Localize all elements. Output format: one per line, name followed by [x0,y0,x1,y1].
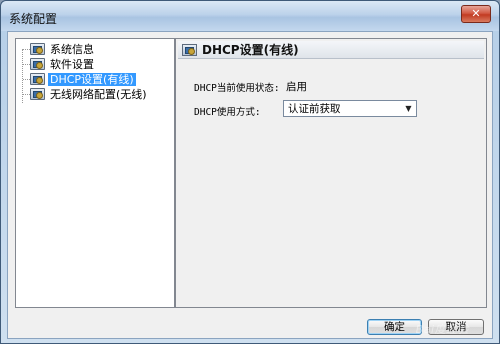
settings-page-icon [30,88,45,100]
tree-connector [23,79,30,80]
dhcp-status-label: DHCP当前使用状态: [194,83,280,94]
tree-item-label: 软件设置 [50,57,94,71]
tree-connector [23,64,30,65]
tree-item-label: 系统信息 [50,42,94,56]
dhcp-mode-select[interactable]: 认证前获取 ▼ [283,100,417,117]
tree-item-system-info[interactable]: 系统信息 [30,42,96,56]
dialog-body: 系统信息 软件设置 DHCP设置(有线) 无线网络配置(无线) DHCP设置(有… [7,31,493,339]
tree-item-wireless-config[interactable]: 无线网络配置(无线) [30,87,149,101]
chevron-down-icon[interactable]: ▼ [401,101,416,116]
settings-panel: DHCP设置(有线) DHCP当前使用状态: 启用 DHCP使用方式: 认证前获… [175,38,487,308]
dhcp-status-value: 启用 [286,81,307,93]
nav-tree: 系统信息 软件设置 DHCP设置(有线) 无线网络配置(无线) [15,38,175,308]
close-icon: ✕ [471,7,481,20]
settings-page-icon [182,43,197,56]
settings-page-icon [30,43,45,55]
tree-item-label: 无线网络配置(无线) [50,87,147,101]
tree-item-dhcp-wired[interactable]: DHCP设置(有线) [30,72,136,86]
close-button[interactable]: ✕ [461,5,491,23]
dhcp-mode-value: 认证前获取 [288,103,341,115]
tree-connector [23,49,30,50]
tree-item-label: DHCP设置(有线) [48,72,136,86]
panel-title: DHCP设置(有线) [202,43,299,57]
tree-connector [23,94,30,95]
tree-item-software-settings[interactable]: 软件设置 [30,57,96,71]
watermark-text: Bai度经验 [415,323,469,336]
panel-header: DHCP设置(有线) [178,41,484,59]
settings-page-icon [30,58,45,70]
title-bar[interactable]: 系统配置 ✕ [1,1,499,31]
settings-page-icon [30,73,45,85]
config-window: 系统配置 ✕ 系统信息 软件设置 DHCP设置(有线) 无线网络配置(无线) D… [0,0,500,344]
ok-button[interactable]: 确定 [367,319,422,335]
window-title: 系统配置 [9,12,58,26]
dhcp-mode-label: DHCP使用方式: [194,107,261,118]
